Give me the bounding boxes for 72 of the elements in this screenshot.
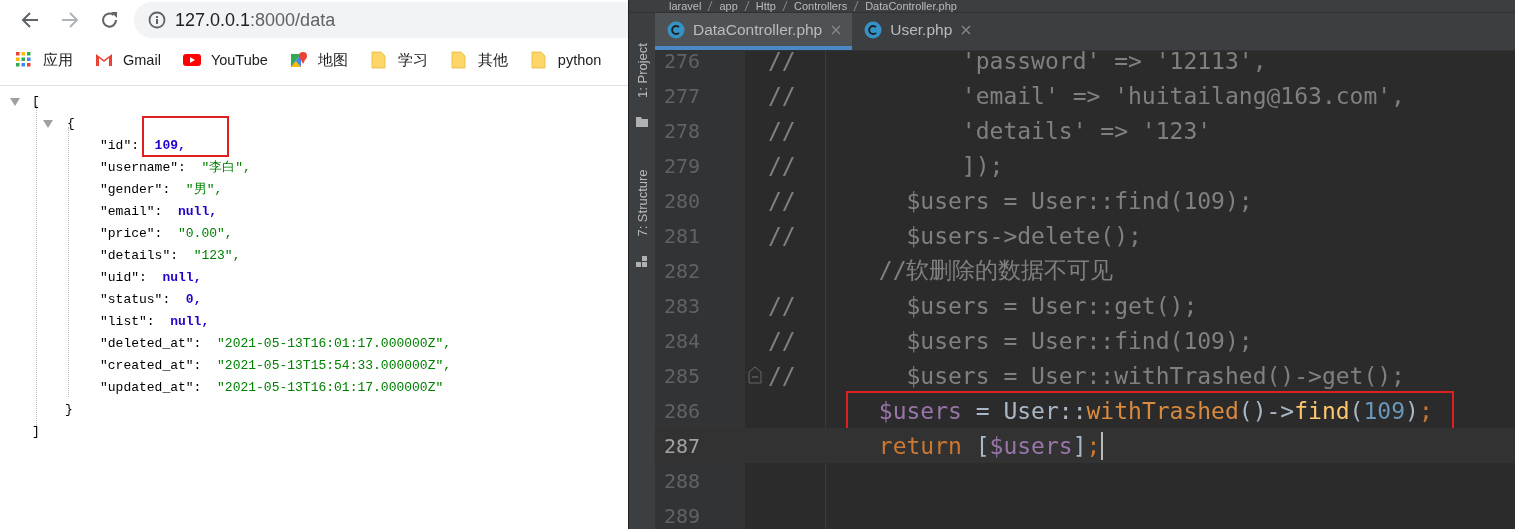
file-tab[interactable]: DataController.php <box>655 13 853 50</box>
code-line: $users = User::withTrashed()->find(109); <box>878 397 1433 424</box>
json-line: "updated_at": "2021-05-13T16:01:17.000000Z" <box>100 380 444 395</box>
folder-icon <box>635 114 649 128</box>
code-line: return [$users]; <box>878 432 1101 459</box>
separator-icon <box>743 1 750 11</box>
play-icon <box>182 51 201 69</box>
tool-window-button[interactable]: 1: Project <box>634 33 650 128</box>
json-line: "gender": "男", <box>100 182 223 197</box>
json-line: "deleted_at": "2021-05-13T16:01:17.000000Z", <box>100 336 452 351</box>
breadcrumb-item[interactable]: laravel <box>669 0 702 12</box>
reload-icon <box>101 11 119 29</box>
bookmark-item[interactable]: 应用 <box>15 50 73 70</box>
close-icon[interactable] <box>960 23 973 36</box>
json-line: "id": 109, <box>100 138 186 153</box>
text-cursor <box>1101 431 1104 460</box>
breadcrumb-item[interactable]: Controllers <box>793 0 848 12</box>
blocks-icon <box>635 254 649 268</box>
code-line: //软删除的数据不可见 <box>878 257 1114 283</box>
tool-window-button[interactable]: 7: Structure <box>634 158 650 268</box>
class-icon <box>667 20 685 39</box>
bookmark-item[interactable]: 学习 <box>369 50 428 70</box>
code-line: // 'password' => '12113', <box>768 51 1267 74</box>
back-arrow-icon <box>21 11 39 29</box>
brace: { <box>67 115 75 133</box>
breadcrumb-item[interactable]: Http <box>755 0 776 12</box>
file-tab[interactable]: User.php <box>852 13 983 50</box>
json-line: "details": "123", <box>100 248 241 263</box>
forward-arrow-icon <box>61 11 79 29</box>
collapse-arrow-icon[interactable] <box>9 97 21 107</box>
separator-icon <box>853 1 860 11</box>
url-text: 127.0.0.1:8000/data <box>175 9 336 31</box>
folder-icon <box>449 51 468 69</box>
json-line: "created_at": "2021-05-13T15:54:33.000000Z", <box>100 358 452 373</box>
apps-grid-icon <box>15 51 33 69</box>
breadcrumb-item[interactable]: app <box>719 0 738 12</box>
bracket: ] <box>32 423 40 441</box>
bookmark-item[interactable]: python <box>529 51 602 69</box>
class-icon <box>864 20 883 39</box>
folder-icon <box>369 51 388 69</box>
map-pin-icon <box>289 51 308 69</box>
code-line: // $users = User::find(109); <box>768 187 1253 214</box>
folder-icon <box>529 51 548 69</box>
code-line: // ]); <box>768 152 1004 179</box>
json-line: "list": null, <box>100 314 210 329</box>
json-line: "username": "李白", <box>100 160 251 175</box>
bookmark-item[interactable]: 其他 <box>449 50 508 70</box>
separator-icon <box>707 1 714 11</box>
line-number: 287 <box>662 433 700 458</box>
json-line: "status": 0, <box>100 292 202 307</box>
bookmark-item[interactable]: YouTube <box>182 51 268 69</box>
brace: } <box>65 401 73 419</box>
code-line: // 'email' => 'huitailang@163.com', <box>768 82 1405 109</box>
address-bar[interactable]: 127.0.0.1:8000/data <box>134 2 628 38</box>
code-line: // $users = User::find(109); <box>768 327 1253 354</box>
close-icon[interactable] <box>830 23 843 36</box>
collapse-arrow-icon[interactable] <box>42 119 54 129</box>
code-line: // 'details' => '123' <box>768 117 1212 144</box>
separator-icon <box>781 1 788 11</box>
code-line: // $users = User::get(); <box>768 292 1198 319</box>
envelope-m-icon <box>95 51 113 69</box>
code-line: // $users = User::withTrashed()->get(); <box>768 362 1405 389</box>
info-icon[interactable] <box>148 11 166 29</box>
json-line: "uid": null, <box>100 270 202 285</box>
code-line: // $users->delete(); <box>768 222 1142 249</box>
bookmark-item[interactable]: Gmail <box>95 51 161 69</box>
json-line: "email": null, <box>100 204 218 219</box>
json-line: "price": "0.00", <box>100 226 233 241</box>
fold-icon[interactable] <box>748 366 762 384</box>
bookmark-item[interactable]: 地图 <box>289 50 348 70</box>
breadcrumb-item[interactable]: DataController.php <box>865 0 957 12</box>
bracket: [ <box>32 93 40 111</box>
